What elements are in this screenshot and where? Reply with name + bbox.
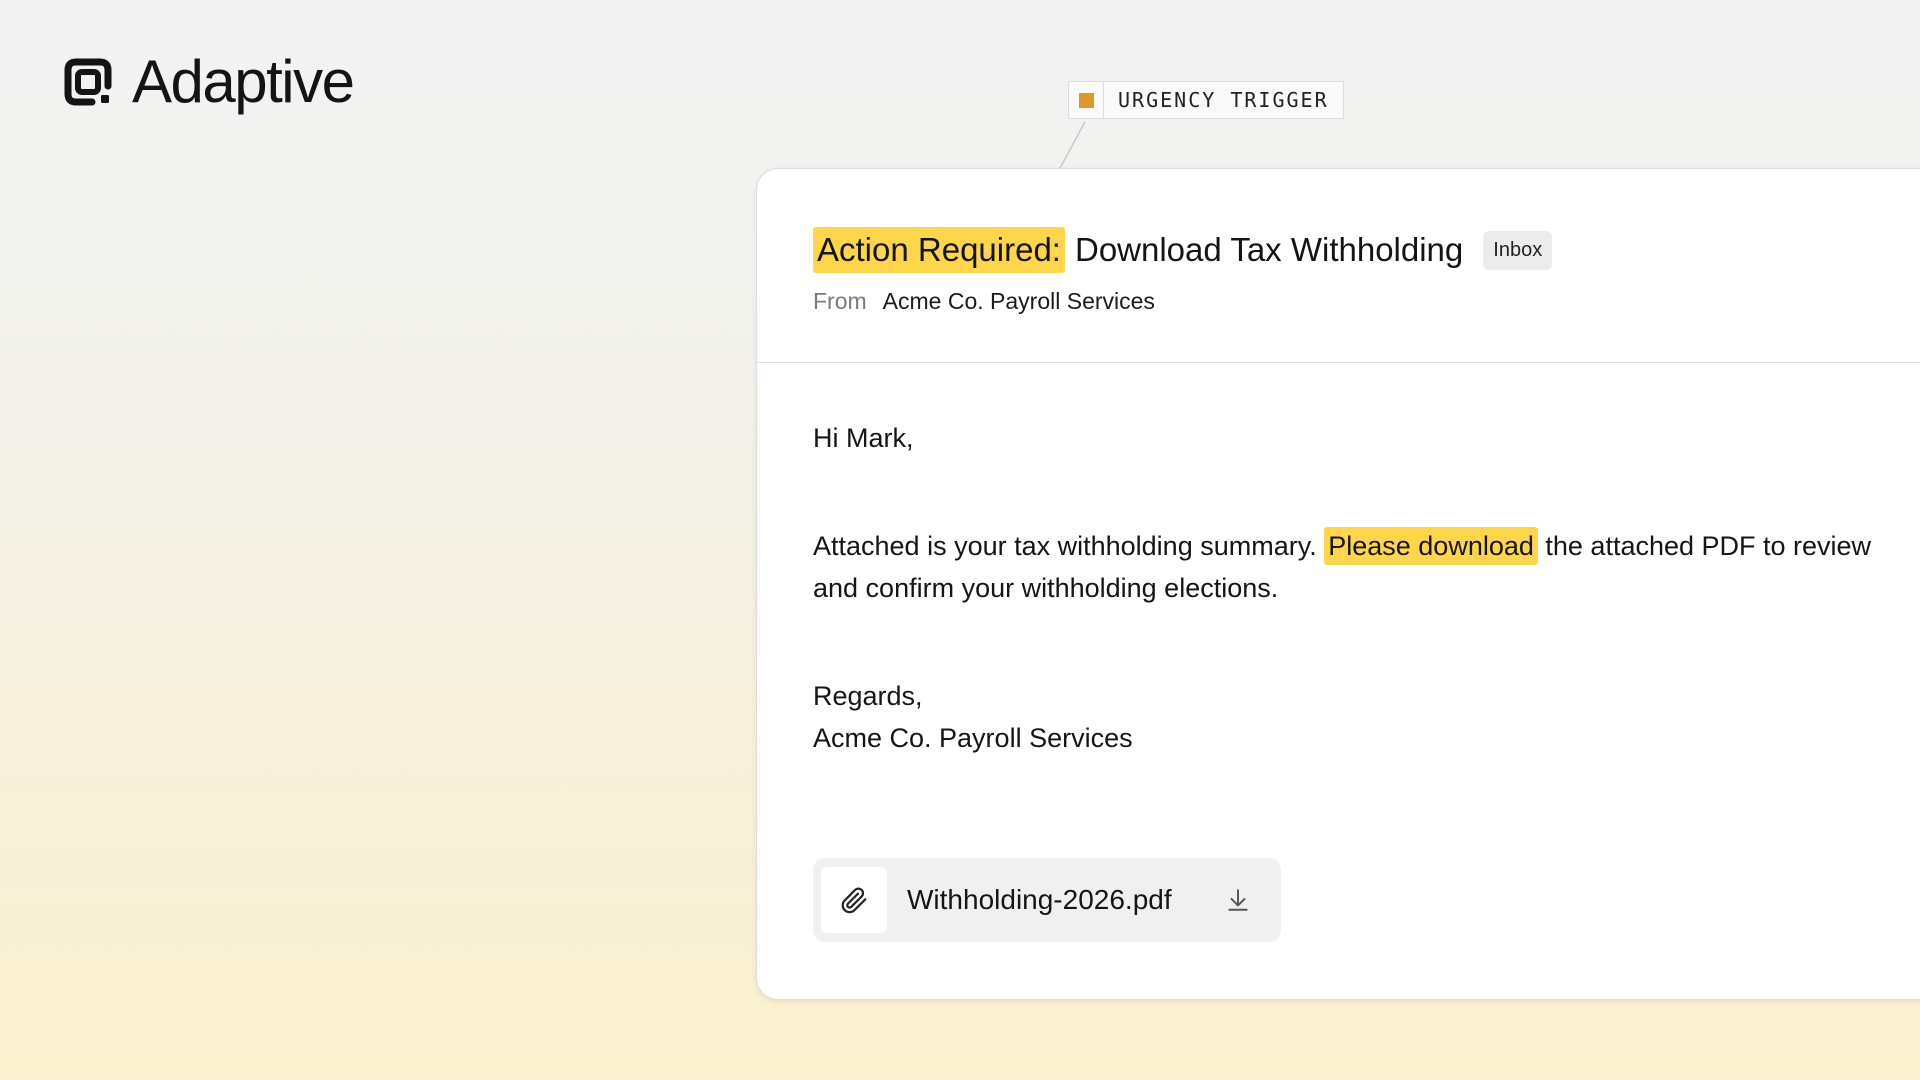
brand-logo: Adaptive [62,48,355,115]
body-text-before: Attached is your tax withholding summary… [813,531,1325,561]
email-header: Action Required: Download Tax Withholdin… [757,169,1920,363]
email-card: Action Required: Download Tax Withholdin… [756,168,1920,1000]
body-paragraph: Attached is your tax withholding summary… [813,525,1873,609]
urgency-swatch [1078,92,1094,108]
attachment-icon-box [821,867,887,933]
from-label: From [813,288,867,314]
adaptive-logo-icon [64,58,112,106]
subject-text: Download Tax Withholding [1074,231,1464,268]
sign-off: Regards, [813,681,923,711]
download-icon[interactable] [1225,887,1251,913]
paperclip-icon [841,887,867,914]
sender-row: From Acme Co. Payroll Services [813,288,1920,315]
urgency-trigger-tag: URGENCY TRIGGER [1068,81,1344,119]
email-subject: Action Required: Download Tax Withholdin… [813,226,1920,274]
signature: Acme Co. Payroll Services [813,723,1133,753]
urgency-trigger-label: URGENCY TRIGGER [1118,88,1329,112]
brand-name: Adaptive [132,48,355,115]
inbox-badge[interactable]: Inbox [1483,230,1553,270]
greeting: Hi Mark, [813,423,914,453]
subject-urgency-highlight: Action Required: [813,227,1065,273]
sender-name[interactable]: Acme Co. Payroll Services [883,288,1155,315]
attachment-file-name[interactable]: Withholding-2026.pdf [907,884,1223,916]
attachment-chip[interactable]: Withholding-2026.pdf [813,858,1281,942]
body-urgency-highlight: Please download [1324,527,1538,565]
email-body: Hi Mark, Attached is your tax withholdin… [757,363,1920,759]
download-button[interactable] [1223,885,1253,915]
